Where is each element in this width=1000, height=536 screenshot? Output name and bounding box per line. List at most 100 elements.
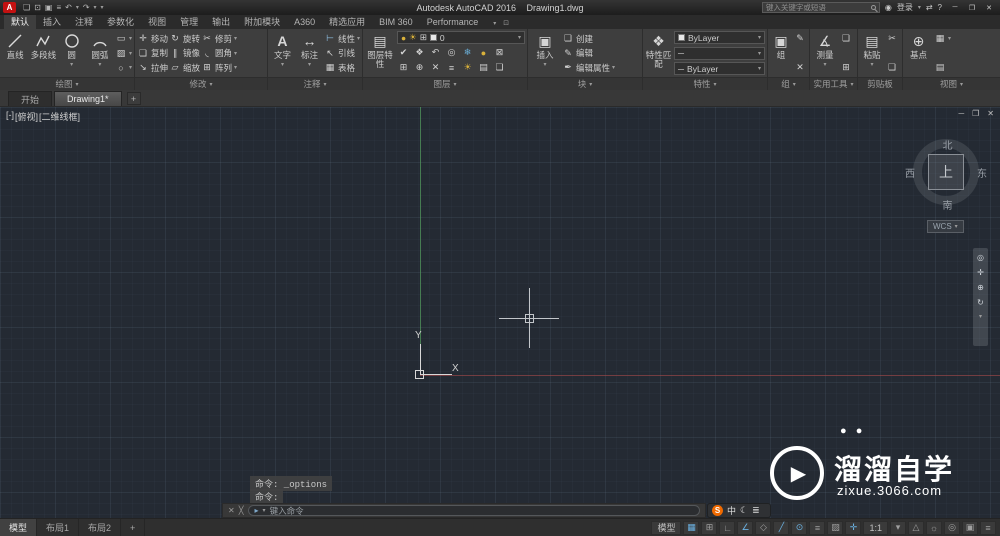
quick-select-button[interactable]: ❏: [840, 32, 852, 45]
arc-caret-icon[interactable]: ▾: [98, 61, 101, 70]
panel-label-groups[interactable]: 组 ▾: [768, 77, 809, 90]
new-layout-button[interactable]: +: [121, 518, 146, 536]
pan-icon[interactable]: ✛: [977, 268, 984, 277]
panel-label-properties[interactable]: 特性 ▾: [643, 77, 767, 90]
ribbon-tab-parametric[interactable]: 参数化: [100, 15, 141, 29]
layer-thaw-all-icon[interactable]: ☀: [461, 62, 474, 73]
layer-isolate-icon[interactable]: ◎: [445, 47, 458, 58]
scale-button[interactable]: ▱ 缩放: [169, 61, 200, 74]
edit-block-button[interactable]: ✎ 编辑: [562, 47, 615, 60]
viewport-visual-style-control[interactable]: [二维线框]: [39, 110, 80, 123]
new-layer-icon[interactable]: ❏: [493, 62, 506, 73]
ortho-icon[interactable]: ∟: [719, 520, 736, 535]
viewport-config-button[interactable]: ▦ ▾: [934, 32, 951, 45]
plot-icon[interactable]: ≡: [56, 3, 61, 12]
window-maximize-button[interactable]: ❐: [964, 2, 980, 14]
viewport-view-control[interactable]: [俯视]: [15, 110, 38, 123]
file-tab-drawing1[interactable]: Drawing1*: [54, 91, 122, 106]
rotate-button[interactable]: ↻ 旋转: [169, 32, 200, 45]
paste-caret-icon[interactable]: ▾: [870, 61, 873, 70]
layer-dropdown-caret-icon[interactable]: ▾: [518, 34, 521, 41]
ellipse-button[interactable]: ○ ▾: [115, 61, 132, 74]
navigation-wheel-icon[interactable]: ◎: [977, 253, 984, 262]
layer-freeze-icon[interactable]: ❄: [461, 47, 474, 58]
ungroup-button[interactable]: ✕: [794, 61, 806, 74]
signin-caret-icon[interactable]: ▾: [918, 4, 921, 11]
measure-caret-icon[interactable]: ▾: [823, 61, 826, 70]
previous-layer-icon[interactable]: ↶: [429, 47, 442, 58]
viewcube-north[interactable]: 北: [900, 137, 995, 152]
polyline-button[interactable]: 多段线: [30, 30, 56, 76]
doc-close-icon[interactable]: ✕: [987, 109, 994, 118]
command-close-icon[interactable]: ✕: [228, 506, 235, 515]
ribbon-tab-output[interactable]: 输出: [205, 15, 237, 29]
window-close-button[interactable]: ✕: [981, 2, 997, 14]
new-icon[interactable]: ❏: [23, 3, 30, 12]
open-icon[interactable]: ⊡: [34, 3, 41, 12]
doc-minimize-icon[interactable]: ─: [958, 109, 964, 118]
recent-commands-caret-icon[interactable]: ▾: [263, 507, 266, 514]
ribbon-tab-a360[interactable]: A360: [287, 15, 322, 29]
array-button[interactable]: ⊞ 阵列 ▾: [201, 61, 237, 74]
panel-label-modify[interactable]: 修改 ▾: [135, 77, 267, 90]
model-space-button[interactable]: 模型: [651, 520, 682, 535]
ribbon-tab-addins[interactable]: 附加模块: [237, 15, 287, 29]
table-button[interactable]: ▦ 表格: [324, 61, 360, 74]
ribbon-tab-annotate[interactable]: 注释: [68, 15, 100, 29]
signin-label[interactable]: 登录: [897, 2, 913, 13]
panel-label-annotation[interactable]: 注释 ▾: [268, 77, 362, 90]
workspace-gear-icon[interactable]: ☼: [926, 520, 942, 535]
cut-button[interactable]: ✂: [886, 32, 898, 45]
dimension-caret-icon[interactable]: ▾: [308, 61, 311, 70]
isolate-objects-icon[interactable]: ◎: [944, 520, 960, 535]
ime-moon-icon[interactable]: ☾: [740, 505, 748, 516]
ribbon-cycle-icon[interactable]: ⊡: [503, 19, 509, 27]
wcs-dropdown[interactable]: WCS ▾: [927, 220, 964, 233]
search-icon[interactable]: [870, 5, 876, 10]
mirror-button[interactable]: ∥ 镜像: [169, 47, 200, 60]
ribbon-options-caret-icon[interactable]: ▾: [493, 20, 496, 27]
make-current-layer-icon[interactable]: ✔: [397, 47, 410, 58]
circle-button[interactable]: 圆 ▾: [59, 30, 85, 76]
dynamic-input-icon[interactable]: ✛: [845, 520, 862, 535]
layer-delete-icon[interactable]: ✕: [429, 62, 442, 73]
orbit-icon[interactable]: ↻: [977, 298, 984, 307]
help-search-field[interactable]: 键入关键字或短语: [761, 2, 880, 13]
layer-unlock-icon[interactable]: ⊞: [397, 62, 410, 73]
qat-customize-icon[interactable]: ▾: [101, 4, 104, 11]
ime-menu-icon[interactable]: ≣: [752, 505, 760, 516]
object-color-dropdown[interactable]: ByLayer ▾: [674, 31, 765, 44]
group-edit-button[interactable]: ✎: [794, 32, 806, 45]
ribbon-tab-insert[interactable]: 插入: [36, 15, 68, 29]
match-properties-button[interactable]: ❖ 特性匹配: [645, 30, 672, 76]
linear-button[interactable]: ⊢ 线性 ▾: [324, 32, 360, 45]
ribbon-tab-view[interactable]: 视图: [141, 15, 173, 29]
create-block-button[interactable]: ❏ 创建: [562, 32, 615, 45]
window-minimize-button[interactable]: ─: [947, 2, 963, 14]
snap-icon[interactable]: ⊞: [701, 520, 718, 535]
ribbon-tab-manage[interactable]: 管理: [173, 15, 205, 29]
customize-icon[interactable]: ≡: [980, 520, 996, 535]
panel-label-clipboard[interactable]: 剪贴板: [858, 77, 902, 90]
command-input[interactable]: ▸ ▾ 键入命令: [247, 505, 700, 516]
line-button[interactable]: 直线: [2, 30, 28, 76]
redo-caret-icon[interactable]: ▾: [94, 4, 97, 11]
match-layer-icon[interactable]: ❖: [413, 47, 426, 58]
lineweight-display-icon[interactable]: ≡: [809, 520, 826, 535]
layout2-tab[interactable]: 布局2: [79, 518, 122, 536]
copy-button[interactable]: ❏ 复制: [137, 47, 168, 60]
help-icon[interactable]: ?: [938, 3, 942, 12]
new-drawing-tab-button[interactable]: +: [126, 92, 141, 105]
paste-button[interactable]: ▤ 粘贴 ▾: [860, 30, 884, 76]
viewcube-top-face[interactable]: 上: [928, 154, 964, 190]
layer-dropdown[interactable]: ● ☀ ⊞ 0 ▾: [397, 31, 525, 44]
dimension-button[interactable]: ↔ 标注 ▾: [297, 30, 322, 76]
ime-language-indicator[interactable]: 中: [727, 504, 736, 517]
insert-caret-icon[interactable]: ▾: [543, 61, 546, 70]
panel-label-block[interactable]: 块 ▾: [528, 77, 642, 90]
ribbon-tab-home[interactable]: 默认: [4, 15, 37, 29]
transparency-icon[interactable]: ▨: [827, 520, 844, 535]
ribbon-tab-performance[interactable]: Performance: [420, 15, 486, 29]
linetype-dropdown[interactable]: ─ ByLayer ▾: [674, 62, 765, 75]
navbar-caret-icon[interactable]: ▾: [979, 313, 982, 320]
